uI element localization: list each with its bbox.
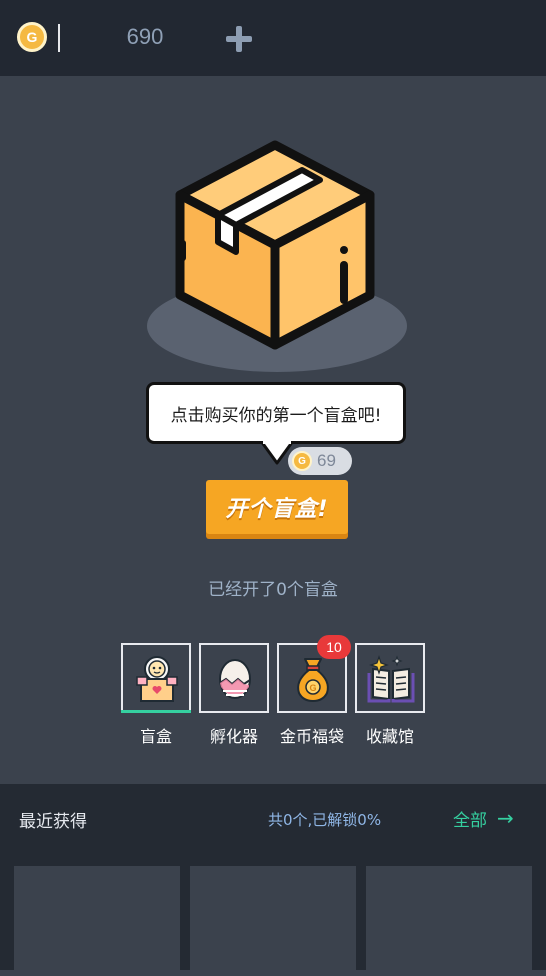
nav-tile (355, 643, 425, 713)
nav-tile (199, 643, 269, 713)
nav-tile: G 10 (277, 635, 351, 713)
open-blind-box-button[interactable]: 开个盲盒! (206, 480, 348, 534)
nav-label: 盲盒 (139, 727, 172, 746)
recent-item-slot[interactable] (366, 866, 532, 976)
coin-bag-icon: G (297, 658, 329, 703)
open-button-label: 开个盲盒! (225, 497, 329, 522)
nav-label: 金币福袋 (279, 727, 344, 746)
top-bar: G 690 (0, 0, 546, 76)
recent-item-slot[interactable] (190, 866, 356, 976)
price-tag: G 69 (288, 447, 352, 475)
cardboard-box-icon[interactable] (170, 140, 380, 355)
nav-item-blind-box[interactable]: 盲盒 (121, 643, 191, 747)
egg-incubator-icon (219, 659, 251, 699)
nav-label: 收藏馆 (365, 727, 414, 746)
opened-count-text: 已经开了0个盲盒 (208, 580, 338, 600)
nav-item-collection[interactable]: 收藏馆 (355, 643, 425, 747)
blind-box-icon (136, 656, 178, 702)
recent-stats: 共0个,已解锁0% (268, 811, 382, 829)
recent-item-slot[interactable] (14, 866, 180, 976)
coin-symbol: G (298, 455, 306, 467)
coin-icon: G (292, 451, 312, 471)
view-all-link[interactable]: 全部 → (453, 806, 514, 831)
collection-book-icon (367, 655, 415, 703)
coin-icon: G (17, 22, 47, 52)
price-value: 69 (317, 451, 336, 470)
plus-icon[interactable] (226, 26, 252, 52)
coin-symbol: G (26, 29, 38, 45)
nav-item-incubator[interactable]: 孵化器 (199, 643, 269, 747)
nav-item-coin-bag[interactable]: G 10 金币福袋 (277, 635, 351, 747)
hint-text: 点击购买你的第一个盲盒吧! (170, 405, 382, 426)
view-all-label: 全部 (453, 811, 487, 831)
hint-bubble: 点击购买你的第一个盲盒吧! (146, 382, 406, 444)
arrow-right-icon: → (497, 806, 514, 830)
notification-badge: 10 (317, 635, 351, 659)
coin-balance: 690 (126, 24, 164, 49)
nav-label: 孵化器 (209, 727, 258, 746)
divider (58, 24, 60, 52)
recent-title: 最近获得 (19, 812, 87, 832)
recent-panel: 最近获得 共0个,已解锁0% 全部 → (0, 784, 546, 976)
svg-text:G: G (309, 683, 316, 693)
nav-tile (121, 643, 191, 713)
